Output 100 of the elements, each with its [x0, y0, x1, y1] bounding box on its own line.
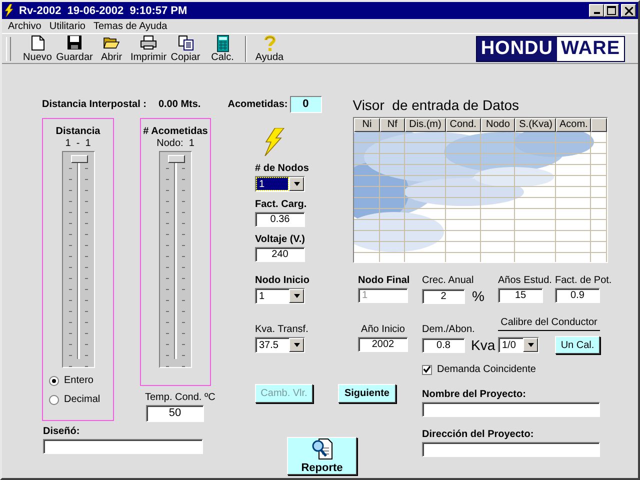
table-cell	[446, 231, 480, 242]
designer-field[interactable]	[43, 439, 203, 454]
slider-thumb[interactable]	[70, 155, 88, 163]
toolbar-button[interactable]: Copiar	[167, 34, 204, 62]
growth-label: Crec. Anual	[422, 275, 474, 286]
column-header[interactable]: Cond.	[446, 118, 481, 132]
menu-item[interactable]: Temas de Ayuda	[93, 20, 168, 32]
table-cell	[480, 231, 516, 242]
table-cell	[404, 154, 446, 165]
radio-option[interactable]: Decimal	[49, 394, 100, 405]
close-icon	[624, 6, 632, 14]
start-year-field[interactable]: 2002	[358, 337, 408, 352]
table-cell	[591, 187, 607, 198]
slider-track[interactable]	[62, 151, 94, 368]
close-button[interactable]	[621, 4, 636, 17]
column-header[interactable]: Ni	[354, 118, 380, 132]
coincident-demand-checkbox[interactable]: Demanda Coincidente	[422, 364, 607, 375]
column-header[interactable]: Nodo	[480, 118, 516, 132]
load-factor-field[interactable]: 0.36	[255, 212, 305, 227]
start-year-label: Año Inicio	[360, 324, 406, 335]
growth-field[interactable]: 2	[422, 288, 465, 304]
table-cell	[446, 176, 480, 187]
column-header[interactable]: S.(Kva)	[515, 118, 556, 132]
table-cell	[591, 165, 607, 176]
table-cell	[404, 187, 446, 198]
table-cell	[404, 231, 446, 242]
column-header[interactable]: Acom.	[556, 118, 592, 132]
slider-title: # Acometidas	[143, 126, 208, 137]
power-factor-field[interactable]: 0.9	[555, 288, 600, 303]
table-cell	[404, 132, 446, 143]
table-cell	[380, 176, 405, 187]
start-node-dropdown[interactable]: 1	[255, 288, 305, 304]
table-cell	[446, 198, 480, 209]
project-name-label: Nombre del Proyecto:	[422, 389, 526, 400]
transformer-dropdown[interactable]: 37.5	[255, 337, 305, 353]
nodes-label: # de Nodos	[255, 163, 309, 174]
project-name-field[interactable]	[422, 402, 600, 417]
table-cell	[556, 176, 592, 187]
table-cell	[515, 220, 556, 231]
unit-calc-button[interactable]: Un Cal.	[555, 336, 600, 354]
menu-item[interactable]: Utilitario	[49, 20, 86, 32]
end-node-label: Nodo Final	[358, 275, 410, 286]
distance-value: 0.00 Mts.	[158, 99, 201, 110]
temperature-field[interactable]: 50	[146, 405, 204, 422]
project-address-field[interactable]	[422, 442, 600, 457]
toolbar-button[interactable]: Guardar	[56, 34, 93, 62]
logo-text: HONDU	[476, 36, 557, 60]
column-header[interactable]: Dis.(m)	[404, 118, 446, 132]
conductor-label: Calibre del Conductor	[498, 317, 600, 331]
table-cell	[354, 143, 380, 154]
load-factor-label: Fact. Carg.	[255, 199, 307, 210]
kva-unit: Kva	[471, 337, 496, 353]
toolbar-button[interactable]: Calc.	[204, 34, 241, 62]
transformer-label: Kva. Transf.	[255, 324, 305, 335]
lightning-icon	[4, 4, 14, 17]
window-title: Rv-2002 19-06-2002 9:10:57 PM	[19, 4, 188, 16]
next-button[interactable]: Siguiente	[338, 384, 396, 403]
table-cell	[446, 132, 480, 143]
toolbar-button[interactable]: Imprimir	[130, 34, 167, 62]
table-cell	[515, 176, 556, 187]
table-cell	[354, 176, 380, 187]
table-cell	[446, 143, 480, 154]
maximize-button[interactable]	[604, 4, 619, 17]
designer-label: Diseñó:	[43, 426, 81, 437]
study-years-field[interactable]: 15	[498, 288, 543, 303]
table-cell	[354, 198, 380, 209]
conductor-dropdown[interactable]: 1/0	[498, 337, 539, 353]
table-cell	[404, 209, 446, 220]
slider-track[interactable]	[159, 151, 192, 368]
table-cell	[446, 242, 480, 253]
table-cell	[591, 198, 607, 209]
minimize-button[interactable]	[589, 4, 604, 17]
table-cell	[380, 242, 405, 253]
nodes-dropdown[interactable]: 1	[255, 176, 305, 192]
voltage-field[interactable]: 240	[255, 247, 305, 262]
table-cell	[515, 242, 556, 253]
table-cell	[404, 220, 446, 231]
table-cell	[480, 176, 516, 187]
report-button[interactable]: Reporte	[287, 437, 357, 475]
demand-field[interactable]: 0.8	[422, 338, 465, 352]
toolbar-button[interactable]: Ayuda	[251, 34, 288, 62]
toolbar-button[interactable]: Abrir	[93, 34, 130, 62]
table-cell	[515, 132, 556, 143]
table-cell	[380, 187, 405, 198]
percent-unit: %	[472, 288, 484, 304]
slider-caption: 1 - 1	[65, 138, 91, 149]
table-cell	[556, 187, 592, 198]
table-cell	[480, 132, 516, 143]
table-cell	[556, 242, 592, 253]
toolbar-button[interactable]: Nuevo	[19, 34, 56, 62]
column-header[interactable]: Nf	[380, 118, 405, 132]
slider-thumb[interactable]	[168, 155, 185, 163]
minimize-icon	[594, 12, 600, 14]
power-factor-label: Fact. de Pot.	[555, 275, 612, 286]
table-cell	[404, 165, 446, 176]
radio-option[interactable]: Entero	[49, 375, 94, 386]
table-cell	[354, 154, 380, 165]
table-cell	[556, 154, 592, 165]
table-cell	[591, 154, 607, 165]
menu-item[interactable]: Archivo	[8, 20, 42, 32]
